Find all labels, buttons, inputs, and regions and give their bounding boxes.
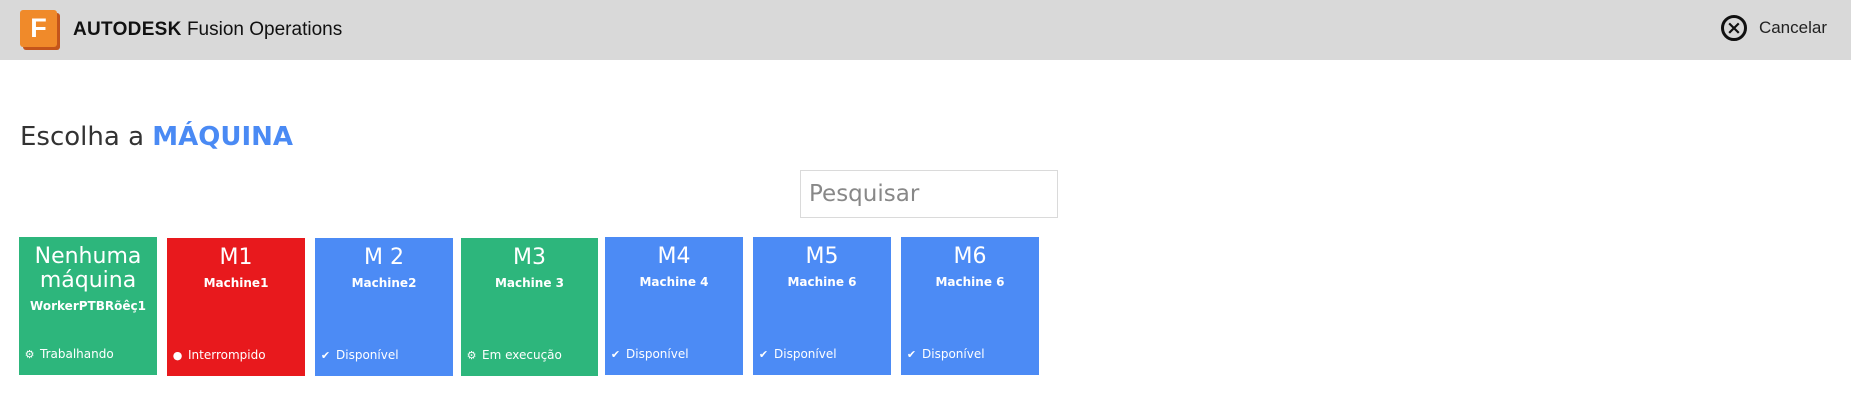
machine-name: Machine 3 [494, 276, 565, 290]
machine-status: ⚙ Em execução [465, 348, 562, 362]
machine-status-label: Interrompido [188, 348, 266, 362]
check-circle-icon: ✔ [320, 348, 331, 362]
fusion-logo-icon: F [20, 10, 60, 50]
page-title-accent: MÁQUINA [152, 122, 294, 152]
check-circle-icon: ✔ [906, 347, 917, 361]
app-logo: F AUTODESK Fusion Operations [20, 10, 342, 50]
machine-status: ✔ Disponível [905, 347, 985, 361]
machine-tile-m1[interactable]: M1 Machine1 ● Interrompido [167, 238, 305, 376]
machine-status-label: Disponível [774, 347, 837, 361]
machine-code: M5 [805, 244, 839, 269]
machine-tile-none[interactable]: Nenhuma máquina WorkerPTBRõêç1 ⚙ Trabalh… [19, 237, 157, 375]
gears-icon: ⚙ [466, 348, 477, 362]
machine-tile-m3[interactable]: M3 Machine 3 ⚙ Em execução [461, 238, 598, 376]
machine-status: ✔ Disponível [757, 347, 837, 361]
machine-tile-m5[interactable]: M5 Machine 6 ✔ Disponível [753, 237, 891, 375]
machine-name: Machine 4 [639, 275, 709, 289]
machine-status-label: Disponível [922, 347, 985, 361]
machine-tile-m6[interactable]: M6 Machine 6 ✔ Disponível [901, 237, 1039, 375]
machine-name: Machine2 [351, 276, 417, 290]
machine-status: ✔ Disponível [609, 347, 689, 361]
search-input[interactable] [800, 170, 1058, 218]
page-title: Escolha a MÁQUINA [20, 122, 293, 152]
machine-code: M3 [513, 245, 546, 270]
page-title-prefix: Escolha a [20, 122, 145, 152]
machine-status: ⚙ Trabalhando [23, 347, 114, 361]
app-title: AUTODESK Fusion Operations [73, 19, 342, 41]
machine-code: M1 [219, 245, 253, 270]
machine-tile-m2[interactable]: M 2 Machine2 ✔ Disponível [315, 238, 453, 376]
machine-status: ● Interrompido [171, 348, 266, 362]
machine-tile-m4[interactable]: M4 Machine 4 ✔ Disponível [605, 237, 743, 375]
machine-name: Machine 6 [935, 275, 1005, 289]
machine-code: M 2 [364, 245, 404, 270]
brand-strong: AUTODESK [73, 19, 182, 40]
close-circle-icon: × [1720, 15, 1747, 41]
machine-status-label: Disponível [336, 348, 399, 362]
machine-name: WorkerPTBRõêç1 [30, 299, 146, 313]
check-circle-icon: ✔ [610, 347, 621, 361]
machine-code: M4 [657, 244, 691, 269]
machine-code: Nenhuma máquina [34, 244, 142, 293]
exclamation-circle-icon: ● [172, 348, 183, 362]
machine-status-label: Disponível [626, 347, 689, 361]
machine-name: Machine1 [203, 276, 269, 290]
machine-status-label: Trabalhando [40, 347, 114, 361]
gears-icon: ⚙ [24, 347, 35, 361]
machine-status: ✔ Disponível [319, 348, 399, 362]
machine-name: Machine 6 [787, 275, 857, 289]
check-circle-icon: ✔ [758, 347, 769, 361]
cancel-button[interactable]: × Cancelar [1720, 15, 1827, 41]
brand-product: Fusion Operations [186, 19, 343, 40]
top-bar: F AUTODESK Fusion Operations × Cancelar [0, 0, 1851, 60]
cancel-label: Cancelar [1758, 18, 1827, 37]
machine-code: M6 [953, 244, 987, 269]
machine-status-label: Em execução [482, 348, 562, 362]
